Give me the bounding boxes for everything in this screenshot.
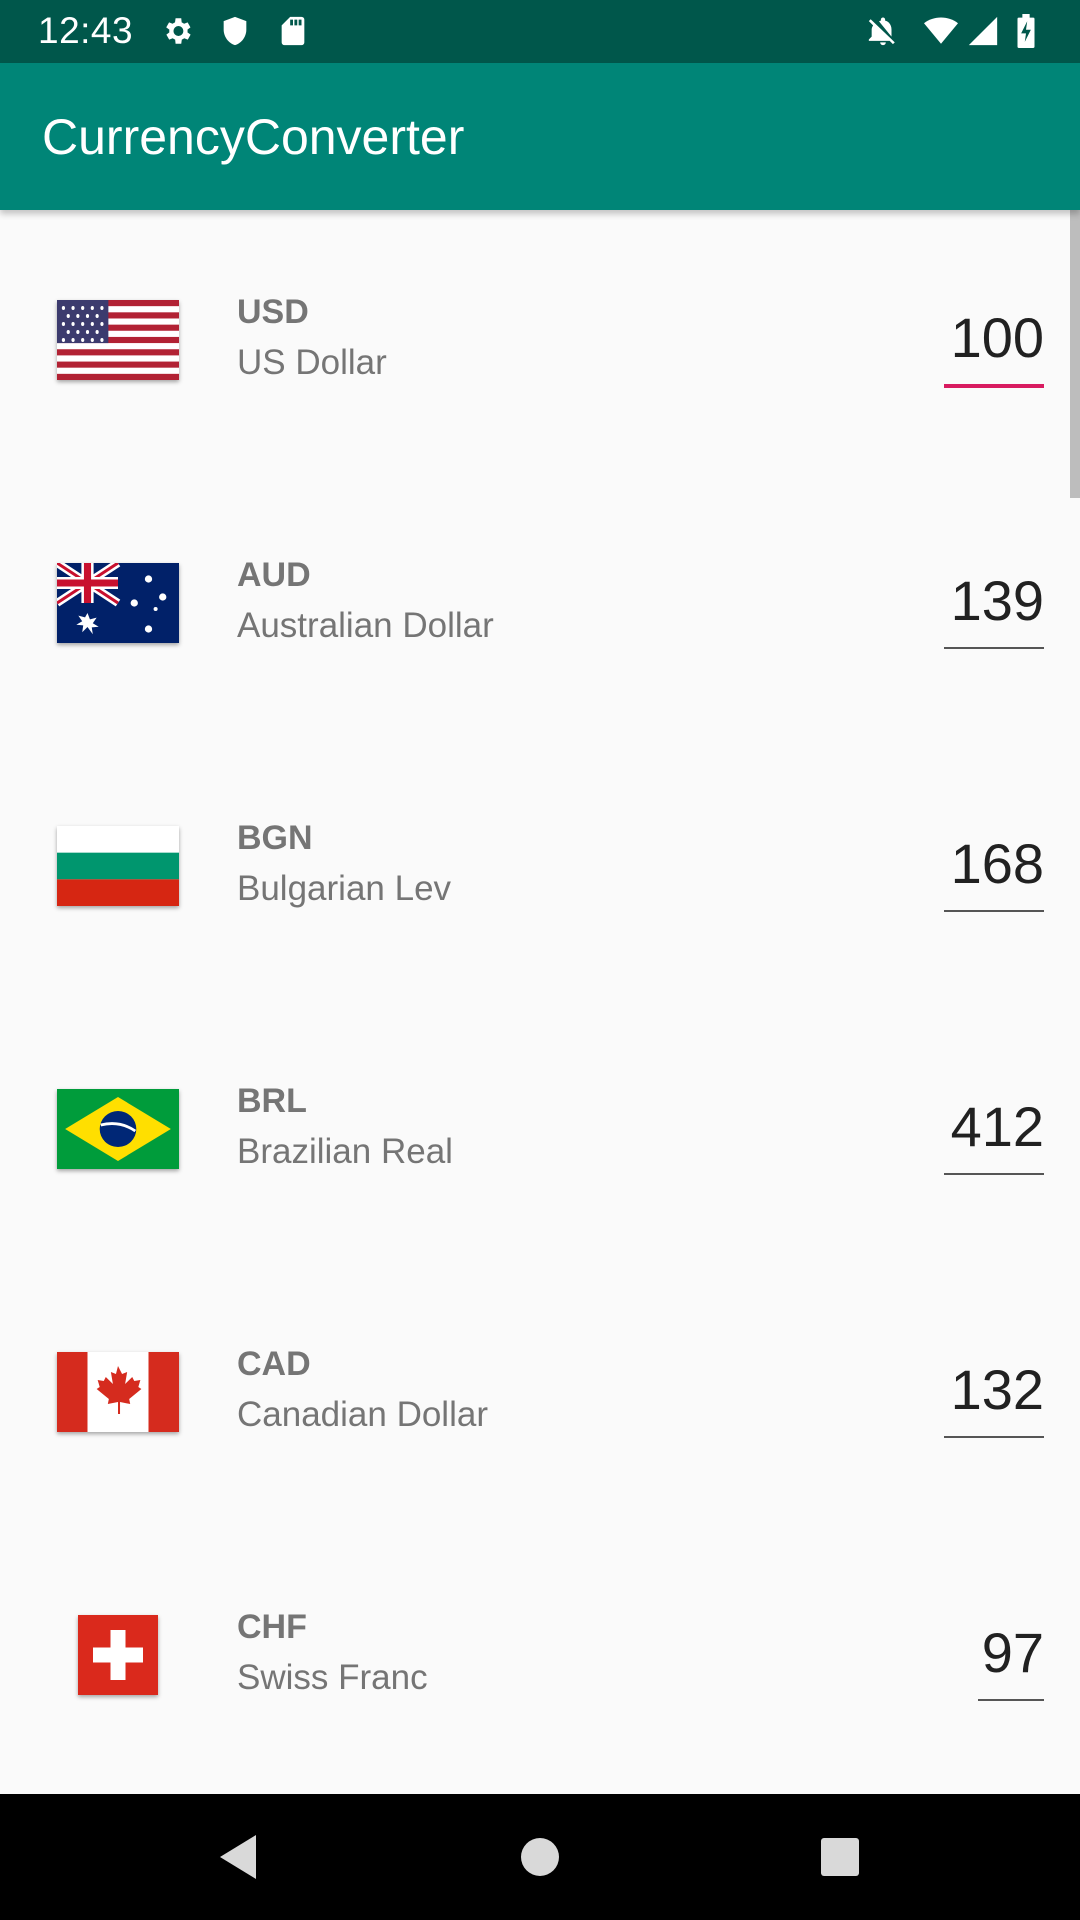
currency-code: CAD xyxy=(237,1345,311,1383)
amount-input-chf[interactable] xyxy=(978,1623,1044,1683)
amount-underline xyxy=(944,1173,1044,1175)
currency-name: Brazilian Real xyxy=(237,1132,453,1171)
currency-row-bgn[interactable]: BGN Bulgarian Lev xyxy=(0,736,1080,999)
amount-underline xyxy=(944,910,1044,912)
currency-row-brl[interactable]: BRL Brazilian Real xyxy=(0,999,1080,1262)
signal-icon xyxy=(966,14,1000,48)
amount-underline xyxy=(944,384,1044,388)
currency-name: Bulgarian Lev xyxy=(237,869,452,908)
list-scrollbar[interactable] xyxy=(1070,210,1080,498)
currency-name: Canadian Dollar xyxy=(237,1395,488,1434)
amount-underline xyxy=(944,1436,1044,1438)
status-bar: 12:43 xyxy=(0,0,1080,63)
back-icon[interactable] xyxy=(212,1829,268,1885)
recents-icon[interactable] xyxy=(812,1829,868,1885)
currency-row-aud[interactable]: AUD Australian Dollar xyxy=(0,473,1080,736)
home-icon[interactable] xyxy=(512,1829,568,1885)
amount-input-cad[interactable] xyxy=(944,1360,1044,1420)
currency-code: AUD xyxy=(237,556,311,594)
amount-underline xyxy=(944,647,1044,649)
nav-bar xyxy=(0,1794,1080,1920)
amount-underline xyxy=(978,1699,1044,1701)
currency-name: Swiss Franc xyxy=(237,1658,428,1697)
sd-card-icon xyxy=(276,14,310,48)
amount-input-aud[interactable] xyxy=(944,571,1044,631)
currency-code: BGN xyxy=(237,819,313,857)
currency-list[interactable]: USD US Dollar AUD xyxy=(0,210,1080,1794)
bulgaria-flag-icon xyxy=(57,826,179,906)
amount-input-usd[interactable] xyxy=(944,308,1044,368)
currency-row-chf[interactable]: CHF Swiss Franc xyxy=(0,1525,1080,1788)
gear-icon xyxy=(160,14,194,48)
currency-code: USD xyxy=(237,293,309,331)
switzerland-flag-icon xyxy=(78,1615,158,1695)
battery-charging-icon xyxy=(1016,14,1044,48)
shield-icon xyxy=(218,14,252,48)
currency-row-cad[interactable]: CAD Canadian Dollar xyxy=(0,1262,1080,1525)
amount-input-bgn[interactable] xyxy=(944,834,1044,894)
amount-input-brl[interactable] xyxy=(944,1097,1044,1157)
notifications-off-icon xyxy=(866,14,900,48)
australia-flag-icon xyxy=(57,563,179,643)
currency-code: CHF xyxy=(237,1608,307,1646)
currency-name: Australian Dollar xyxy=(237,606,494,645)
app-bar: CurrencyConverter xyxy=(0,63,1080,210)
currency-row-usd[interactable]: USD US Dollar xyxy=(0,210,1080,473)
canada-flag-icon xyxy=(57,1352,179,1432)
brazil-flag-icon xyxy=(57,1089,179,1169)
app-title: CurrencyConverter xyxy=(42,109,465,165)
currency-name: US Dollar xyxy=(237,343,387,382)
us-flag-icon xyxy=(57,300,179,380)
currency-code: BRL xyxy=(237,1082,307,1120)
status-time: 12:43 xyxy=(38,10,134,51)
wifi-icon xyxy=(924,14,958,48)
